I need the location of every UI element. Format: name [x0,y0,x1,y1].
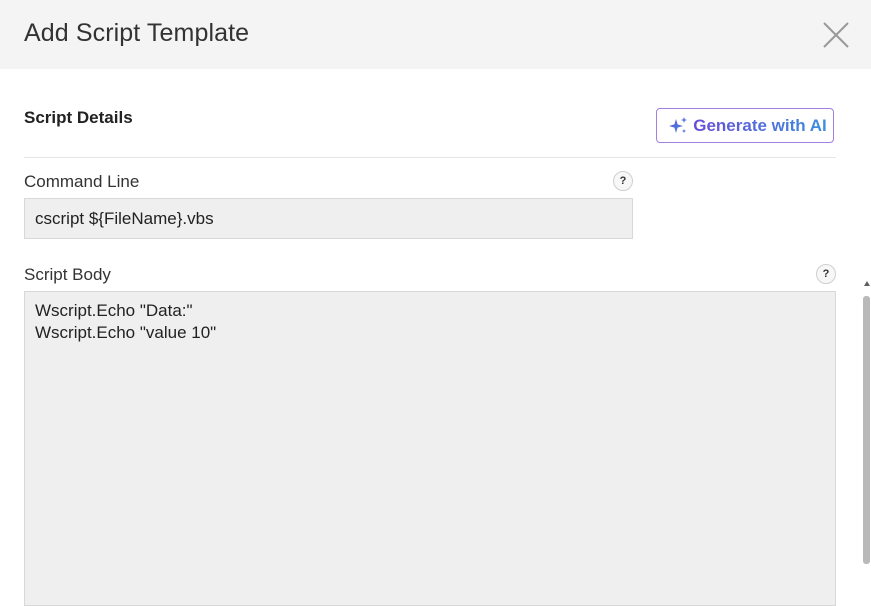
dialog-header: Add Script Template [0,0,871,69]
script-body-help-icon[interactable]: ? [816,264,836,284]
generate-with-ai-label: Generate with AI [693,115,827,135]
scrollbar-thumb[interactable] [863,296,870,564]
command-line-input[interactable] [24,198,633,239]
dialog-title: Add Script Template [24,19,250,47]
scrollbar[interactable] [863,279,871,601]
section-divider [24,157,836,158]
script-body-label: Script Body [24,265,111,284]
close-button[interactable] [823,22,849,48]
command-line-help-icon[interactable]: ? [613,171,633,191]
close-icon [823,22,849,48]
command-line-label: Command Line [24,172,140,191]
script-body-textarea[interactable]: Wscript.Echo "Data:" Wscript.Echo "value… [24,291,836,606]
generate-with-ai-button[interactable]: Generate with AI [656,108,834,143]
scroll-up-arrow-icon[interactable] [863,279,871,291]
sparkle-icon [669,116,688,133]
section-title: Script Details [24,108,133,127]
